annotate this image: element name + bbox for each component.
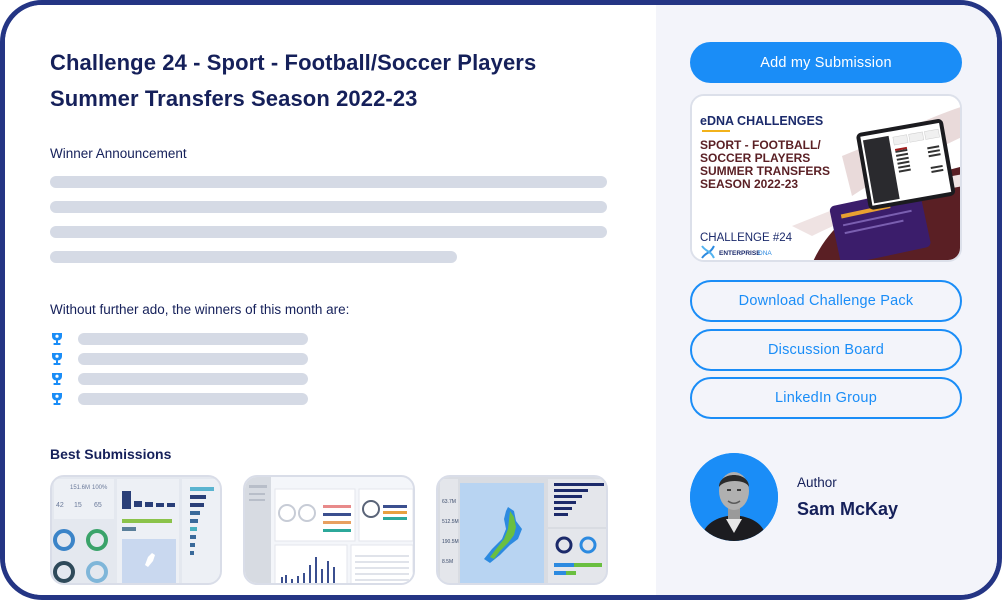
placeholder-line xyxy=(50,176,607,188)
svg-text:42: 42 xyxy=(56,502,64,509)
winner-name-placeholder xyxy=(78,333,308,345)
download-challenge-pack-button[interactable]: Download Challenge Pack xyxy=(690,280,962,322)
banner-headline-4: SEASON 2022-23 xyxy=(700,177,798,191)
author-label: Author xyxy=(797,475,837,490)
best-submissions-heading: Best Submissions xyxy=(50,446,172,462)
submission-thumbnail-2[interactable] xyxy=(243,475,415,585)
submission-thumbnail-3[interactable]: 63.7M 512.5M 190.5M 8.5M xyxy=(436,475,608,585)
winner-announcement-heading: Winner Announcement xyxy=(50,146,187,161)
title-line-1: Challenge 24 - Sport - Football/Soccer P… xyxy=(50,50,537,75)
banner-headline-3: SUMMER TRANSFERS xyxy=(700,164,830,178)
svg-text:190.5M: 190.5M xyxy=(442,539,459,545)
winner-name-placeholder xyxy=(78,393,308,405)
placeholder-line xyxy=(50,201,607,213)
winners-intro: Without further ado, the winners of this… xyxy=(50,302,350,317)
author-name[interactable]: Sam McKay xyxy=(797,499,898,520)
author-photo-icon xyxy=(690,453,778,541)
page-title: Challenge 24 - Sport - Football/Soccer P… xyxy=(50,45,630,117)
svg-text:151.6M: 151.6M xyxy=(70,485,90,491)
placeholder-line xyxy=(50,251,457,263)
main-content: Challenge 24 - Sport - Football/Soccer P… xyxy=(5,5,656,595)
challenge-banner[interactable]: eDNA CHALLENGES SPORT - FOOTBALL/ SOCCER… xyxy=(690,94,962,262)
banner-brand: eDNA CHALLENGES xyxy=(700,114,823,128)
add-submission-button[interactable]: Add my Submission xyxy=(690,42,962,83)
submission-thumbnail-1[interactable]: 151.6M 100% 42 15 65 xyxy=(50,475,222,585)
trophy-icon xyxy=(52,333,62,345)
svg-text:15: 15 xyxy=(74,502,82,509)
sidebar: Add my Submission eDNA CHALLENGES SPORT … xyxy=(656,5,997,595)
title-line-2: Summer Transfers Season 2022-23 xyxy=(50,86,418,111)
banner-headline-2: SOCCER PLAYERS xyxy=(700,151,810,165)
challenge-card: Challenge 24 - Sport - Football/Soccer P… xyxy=(0,0,1002,600)
trophy-icon xyxy=(52,393,62,405)
svg-text:8.5M: 8.5M xyxy=(442,559,453,565)
discussion-board-button[interactable]: Discussion Board xyxy=(690,329,962,371)
trophy-icon xyxy=(52,353,62,365)
banner-challenge-number: CHALLENGE #24 xyxy=(700,232,793,244)
winner-name-placeholder xyxy=(78,373,308,385)
linkedin-group-button[interactable]: LinkedIn Group xyxy=(690,377,962,419)
winner-row xyxy=(50,372,320,386)
author-avatar xyxy=(690,453,778,541)
banner-logo-light: DNA xyxy=(758,250,772,257)
banner-logo-bold: ENTERPRISE xyxy=(719,250,761,257)
placeholder-line xyxy=(50,226,607,238)
svg-text:512.5M: 512.5M xyxy=(442,519,459,525)
svg-text:100%: 100% xyxy=(92,485,108,491)
winner-row xyxy=(50,352,320,366)
winner-name-placeholder xyxy=(78,353,308,365)
trophy-icon xyxy=(52,373,62,385)
winner-row xyxy=(50,332,320,346)
banner-headline-1: SPORT - FOOTBALL/ xyxy=(700,138,821,152)
svg-text:63.7M: 63.7M xyxy=(442,499,456,505)
challenge-banner-graphic: eDNA CHALLENGES SPORT - FOOTBALL/ SOCCER… xyxy=(692,96,960,260)
svg-text:65: 65 xyxy=(94,502,102,509)
winner-row xyxy=(50,392,320,406)
